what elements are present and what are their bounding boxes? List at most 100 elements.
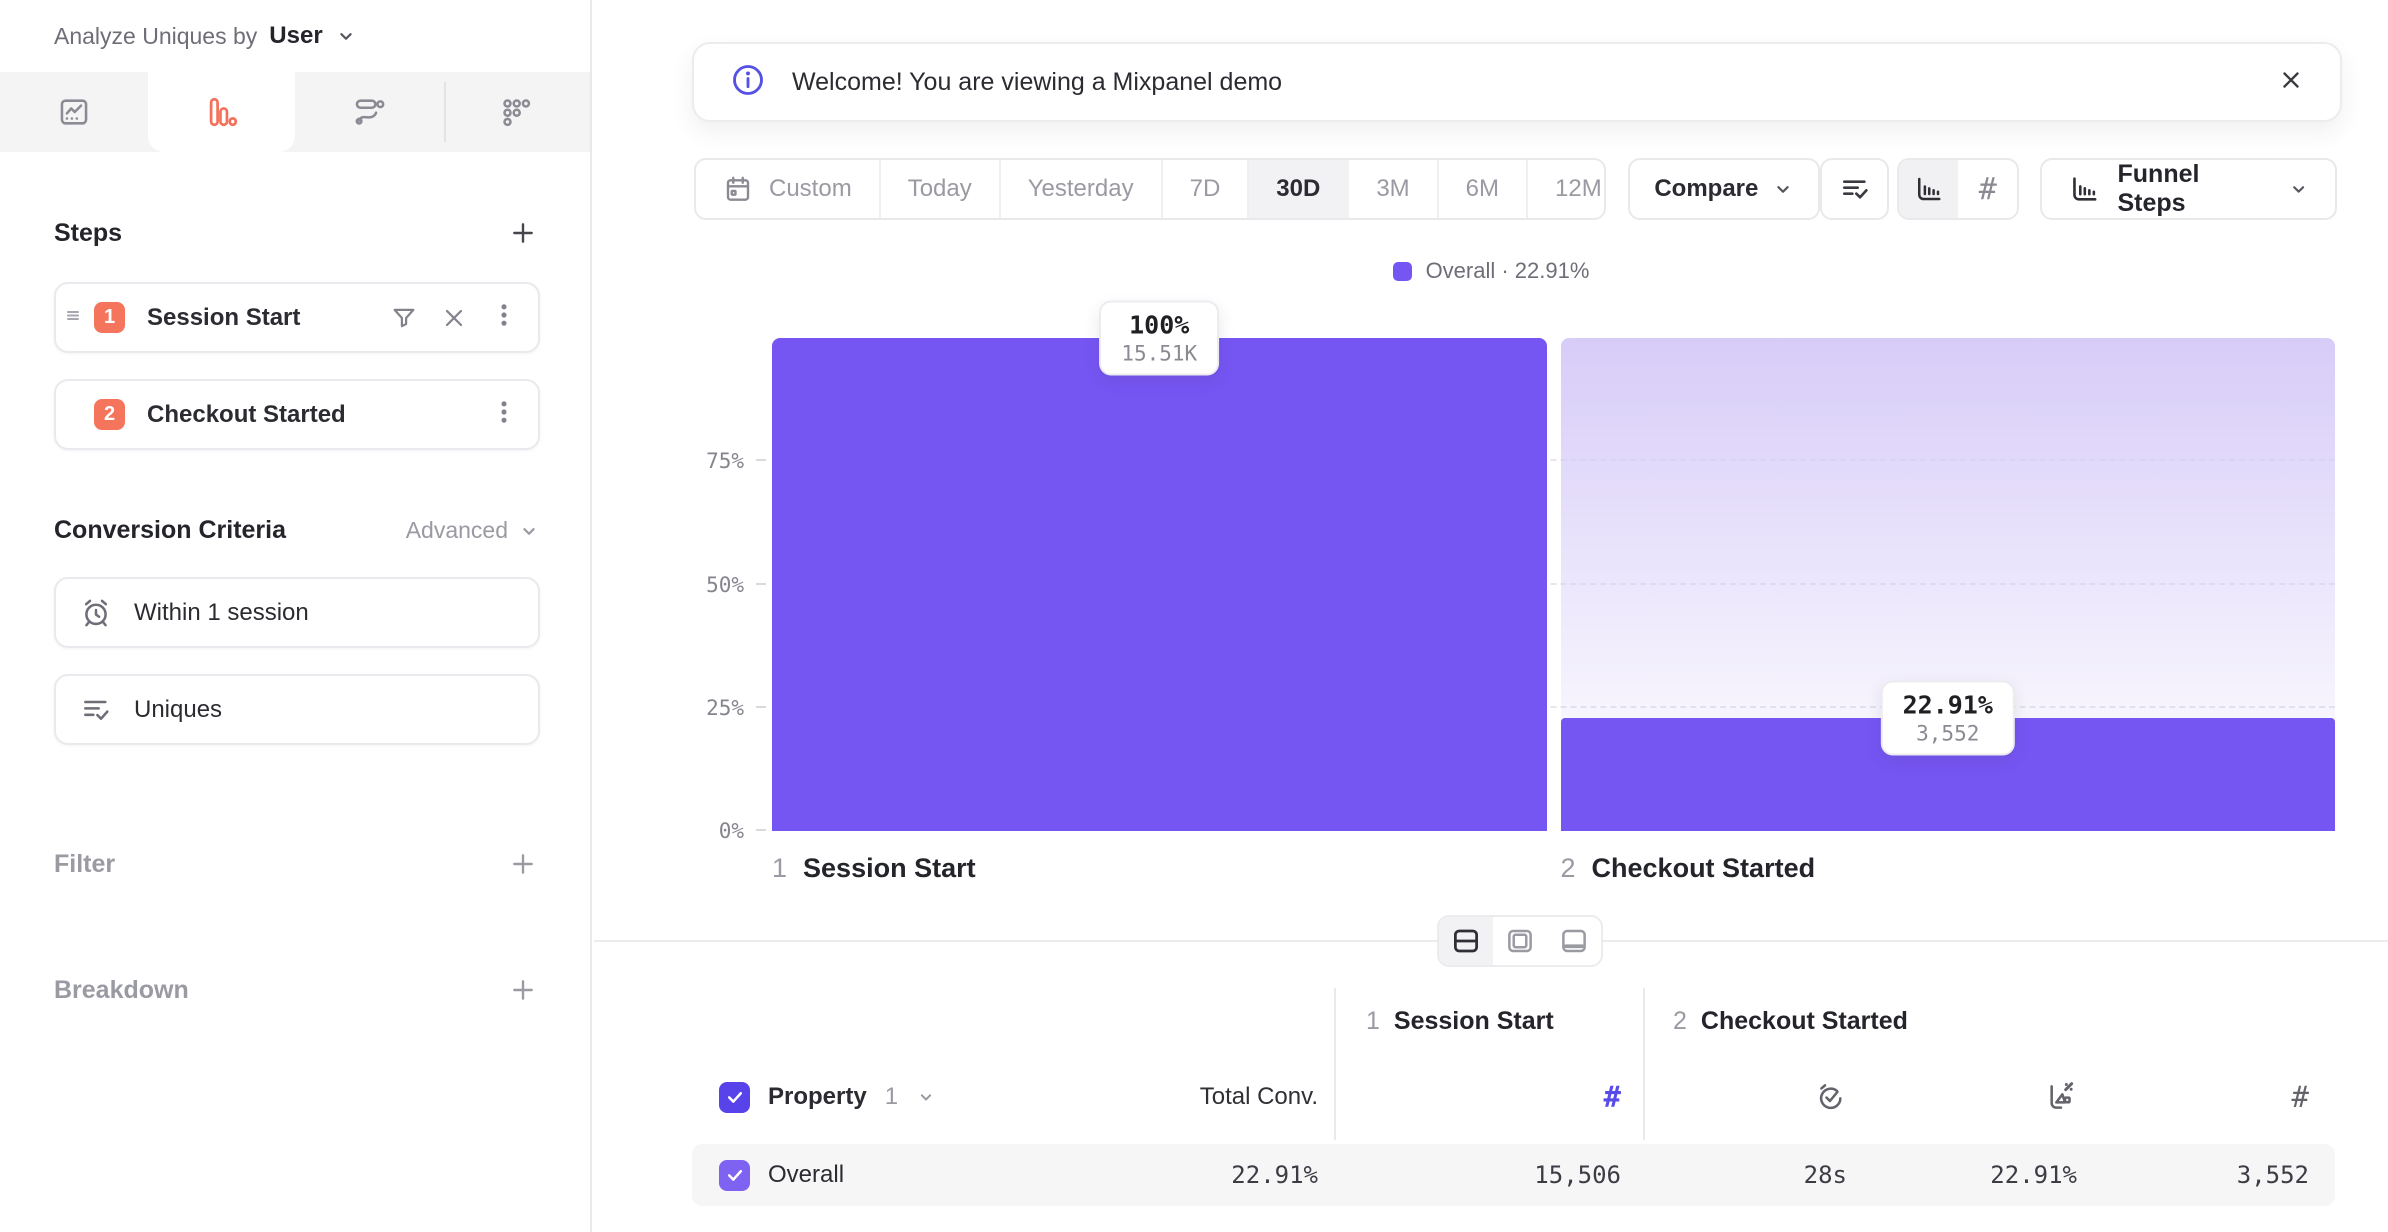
conversion-criteria-header: Conversion Criteria Advanced bbox=[54, 516, 540, 545]
table-view-button[interactable] bbox=[1547, 917, 1601, 965]
chart-view-button[interactable] bbox=[1493, 917, 1547, 965]
tab-funnels[interactable] bbox=[148, 72, 296, 152]
list-check-icon bbox=[1839, 173, 1871, 205]
table-group-header-row: 1 Session Start 2 Checkout Started bbox=[692, 988, 2335, 1054]
chevron-down-icon bbox=[1772, 178, 1794, 200]
step-card-2[interactable]: 2 Checkout Started bbox=[54, 379, 540, 450]
y-axis-tick-label: 50% bbox=[706, 573, 744, 597]
split-layout-icon bbox=[1451, 926, 1481, 956]
step-caption: 1 Session Start bbox=[772, 853, 976, 884]
query-builder-sidebar: Analyze Uniques by User bbox=[0, 0, 592, 1232]
total-conv-header[interactable]: Total Conv. bbox=[1010, 1054, 1334, 1140]
date-range-today[interactable]: Today bbox=[881, 160, 1001, 218]
select-all-checkbox[interactable] bbox=[719, 1082, 750, 1113]
banner-close-button[interactable] bbox=[2278, 67, 2304, 98]
number-view-toggle[interactable]: # bbox=[1958, 160, 2017, 218]
step2-rate-value: 22.91% bbox=[1873, 1144, 2103, 1206]
plus-icon bbox=[510, 851, 536, 877]
tooltip-count: 15.51K bbox=[1121, 342, 1197, 366]
funnel-step-column[interactable]: 22.91% 3,552 2 Checkout Started bbox=[1561, 338, 2336, 831]
tooltip-count: 3,552 bbox=[1903, 722, 1993, 746]
bar-chart-icon bbox=[2068, 173, 2099, 205]
funnels-icon bbox=[204, 95, 238, 129]
date-range-7d[interactable]: 7D bbox=[1163, 160, 1250, 218]
funnel-analysis-app: Analyze Uniques by User bbox=[0, 0, 2388, 1232]
uniques-metric-button[interactable] bbox=[1820, 158, 1888, 220]
y-axis-tick-label: 25% bbox=[706, 696, 744, 720]
chevron-down-icon bbox=[518, 520, 540, 542]
step2-count-header[interactable]: # bbox=[2103, 1054, 2335, 1140]
insights-icon bbox=[57, 95, 91, 129]
close-icon bbox=[2278, 67, 2304, 93]
tab-flows[interactable] bbox=[295, 72, 443, 152]
drag-handle-icon[interactable] bbox=[64, 306, 82, 329]
chevron-down-icon[interactable] bbox=[916, 1087, 936, 1107]
step1-count-header[interactable]: # bbox=[1334, 1054, 1643, 1140]
property-header-cell[interactable]: Property 1 bbox=[692, 1054, 1010, 1140]
step-number-badge: 2 bbox=[94, 399, 125, 430]
table-row-overall[interactable]: Overall 22.91% 15,506 28s 22.91% 3,552 bbox=[692, 1144, 2335, 1206]
table-column-header-row: Property 1 Total Conv. # # bbox=[692, 1054, 2335, 1140]
remove-step-icon[interactable] bbox=[440, 304, 468, 332]
counting-method-card[interactable]: Uniques bbox=[54, 674, 540, 745]
legend-label: Overall · 22.91% bbox=[1426, 258, 1590, 284]
date-range-6m[interactable]: 6M bbox=[1439, 160, 1528, 218]
steps-title: Steps bbox=[54, 219, 122, 248]
funnel-step-column[interactable]: 100% 15.51K 1 Session Start bbox=[772, 338, 1547, 831]
tab-insights[interactable] bbox=[0, 72, 148, 152]
date-range-3m[interactable]: 3M bbox=[1349, 160, 1438, 218]
date-range-30d[interactable]: 30D bbox=[1249, 160, 1349, 218]
chevron-down-icon[interactable] bbox=[335, 25, 357, 47]
advanced-label: Advanced bbox=[406, 517, 508, 544]
y-axis-tick-mark bbox=[756, 829, 766, 831]
date-range-12m[interactable]: 12M bbox=[1528, 160, 1606, 218]
total-conv-value: 22.91% bbox=[1010, 1144, 1334, 1206]
breakdown-section-header: Breakdown bbox=[54, 973, 540, 1007]
time-to-convert-icon bbox=[1815, 1081, 1847, 1113]
tab-divider bbox=[444, 82, 446, 142]
panel-layout-toggle bbox=[1437, 915, 1603, 967]
step-caption: 2 Checkout Started bbox=[1561, 853, 1816, 884]
conversion-rate-chart-icon bbox=[2045, 1081, 2077, 1113]
analyze-by-control: Analyze Uniques by User bbox=[0, 0, 590, 72]
add-breakdown-button[interactable] bbox=[506, 973, 540, 1007]
step-menu-icon[interactable] bbox=[490, 301, 518, 329]
plus-icon bbox=[510, 977, 536, 1003]
row-label-cell: Overall bbox=[692, 1144, 1010, 1206]
group-header-checkout-started: 2 Checkout Started bbox=[1643, 988, 2335, 1054]
chevron-down-icon bbox=[2288, 178, 2309, 200]
step-menu-icon[interactable] bbox=[490, 398, 518, 426]
report-main-area: Welcome! You are viewing a Mixpanel demo… bbox=[594, 0, 2388, 1232]
funnel-bar-solid[interactable] bbox=[772, 338, 1547, 831]
compare-button[interactable]: Compare bbox=[1628, 158, 1820, 220]
advanced-toggle[interactable]: Advanced bbox=[406, 517, 540, 544]
check-icon bbox=[725, 1087, 745, 1107]
value-display-toggle: # bbox=[1897, 158, 2020, 220]
row-checkbox[interactable] bbox=[719, 1160, 750, 1191]
y-axis-tick-label: 0% bbox=[719, 819, 744, 843]
add-filter-button[interactable] bbox=[506, 847, 540, 881]
step2-rate-header[interactable] bbox=[1873, 1054, 2103, 1140]
check-icon bbox=[725, 1165, 745, 1185]
conversion-window-card[interactable]: Within 1 session bbox=[54, 577, 540, 648]
step-event-name[interactable]: Session Start bbox=[147, 304, 390, 332]
split-view-button[interactable] bbox=[1439, 917, 1493, 965]
breakdown-title: Breakdown bbox=[54, 976, 189, 1005]
bar-tooltip: 100% 15.51K bbox=[1099, 301, 1219, 376]
hash-icon: # bbox=[2292, 1080, 2309, 1114]
tab-retention[interactable] bbox=[443, 72, 591, 152]
hash-icon: # bbox=[1604, 1080, 1621, 1114]
percent-view-toggle[interactable] bbox=[1899, 160, 1958, 218]
legend-swatch bbox=[1393, 262, 1412, 281]
step2-time-header[interactable] bbox=[1643, 1054, 1873, 1140]
table-layout-icon bbox=[1559, 926, 1589, 956]
date-range-yesterday[interactable]: Yesterday bbox=[1001, 160, 1163, 218]
step-card-1[interactable]: 1 Session Start bbox=[54, 282, 540, 353]
analyze-by-value[interactable]: User bbox=[269, 22, 322, 50]
add-step-button[interactable] bbox=[506, 216, 540, 250]
filter-icon[interactable] bbox=[390, 304, 418, 332]
step-event-name[interactable]: Checkout Started bbox=[147, 401, 490, 429]
date-range-custom[interactable]: Custom bbox=[696, 160, 881, 218]
funnel-steps-view-selector[interactable]: Funnel Steps bbox=[2040, 158, 2337, 220]
y-axis-tick-mark bbox=[756, 459, 766, 461]
